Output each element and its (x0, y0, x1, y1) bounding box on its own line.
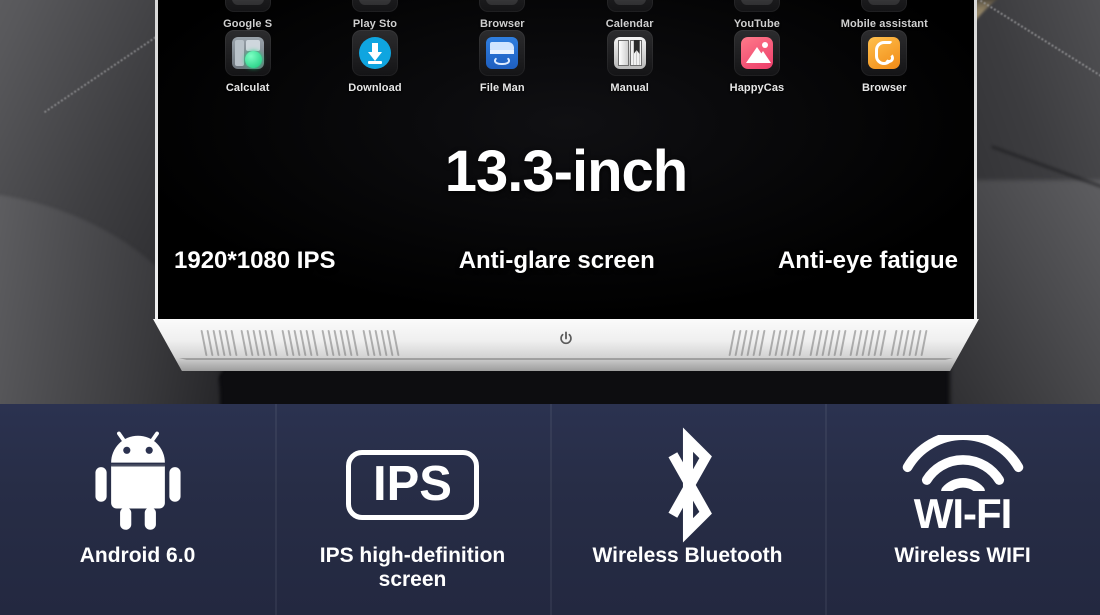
app-label: Play Sto (352, 18, 398, 30)
speaker-grille-right (728, 330, 932, 356)
headrest-monitor: Google S Play Sto Browser Calendar YouTu… (153, 0, 979, 372)
app-item[interactable]: Browser (450, 0, 554, 30)
app-label: Google S (223, 18, 273, 30)
feature-wifi: WI-FI Wireless WIFI (825, 404, 1100, 615)
screen-headline: 13.3-inch (444, 139, 688, 204)
spec-anti-glare: Anti-glare screen (458, 247, 655, 274)
feature-label: Wireless WIFI (894, 544, 1031, 567)
monitor-bezel: Google S Play Sto Browser Calendar YouTu… (155, 0, 977, 322)
app-label: Browser (479, 18, 525, 30)
app-item[interactable]: Mobile assistant (832, 0, 936, 30)
app-item[interactable]: Manual (578, 30, 682, 94)
app-item[interactable]: Calculat (196, 30, 300, 94)
android-robot-icon (82, 426, 194, 544)
monitor-chin-edge (179, 358, 953, 360)
app-item[interactable]: Browser (832, 30, 936, 94)
spec-resolution: 1920*1080 IPS (174, 247, 336, 274)
feature-ips: IPS IPS high-definition screen (275, 404, 550, 615)
app-item[interactable]: Calendar (578, 0, 682, 30)
manual-book-icon[interactable] (606, 30, 653, 76)
app-label: File Man (479, 82, 525, 94)
happycast-icon[interactable] (733, 30, 780, 76)
bluetooth-icon (632, 426, 744, 544)
feature-strip: Android 6.0 IPS IPS high-definition scre… (0, 404, 1100, 615)
app-label: Calculat (225, 82, 270, 94)
ips-badge-icon: IPS (346, 426, 479, 544)
wifi-badge-text: WI-FI (913, 490, 1013, 537)
calendar-icon[interactable] (606, 0, 653, 12)
monitor-screen[interactable]: Google S Play Sto Browser Calendar YouTu… (158, 0, 974, 319)
download-icon[interactable] (351, 30, 398, 76)
app-item[interactable]: HappyCas (705, 30, 809, 94)
app-row-second: Calculat Download File Man Manual HappyC… (158, 30, 974, 94)
feature-label: IPS high-definition screen (319, 544, 506, 591)
app-label: Manual (610, 82, 649, 94)
app-row-top: Google S Play Sto Browser Calendar YouTu… (158, 0, 974, 30)
app-label: Mobile assistant (840, 18, 928, 30)
calculator-icon[interactable] (224, 30, 271, 76)
mobile-assistant-icon[interactable] (861, 0, 908, 12)
feature-label: Android 6.0 (79, 544, 196, 567)
app-label: Browser (861, 82, 907, 94)
feature-label: Wireless Bluetooth (592, 544, 783, 567)
feature-bluetooth: Wireless Bluetooth (550, 404, 825, 615)
speaker-grille-left (200, 330, 403, 356)
browser-icon[interactable] (479, 0, 526, 12)
wifi-icon: WI-FI (899, 426, 1027, 544)
screen-spec-row: 1920*1080 IPS Anti-glare screen Anti-eye… (158, 247, 974, 275)
app-item[interactable]: Download (323, 30, 427, 94)
youtube-icon[interactable] (733, 0, 780, 12)
app-item[interactable]: YouTube (705, 0, 809, 30)
app-label: Download (348, 82, 402, 94)
google-search-icon[interactable] (224, 0, 271, 12)
spec-anti-fatigue: Anti-eye fatigue (777, 247, 958, 274)
app-item[interactable]: Play Sto (323, 0, 427, 30)
app-label: HappyCas (729, 82, 785, 94)
uc-browser-icon[interactable] (861, 30, 908, 76)
app-label: Calendar (605, 18, 654, 30)
power-icon[interactable] (557, 330, 575, 348)
app-item[interactable]: Google S (196, 0, 300, 30)
app-label: YouTube (733, 18, 781, 30)
ips-badge-text: IPS (346, 450, 479, 520)
play-store-icon[interactable] (351, 0, 398, 12)
feature-android: Android 6.0 (0, 404, 275, 615)
product-photo: Google S Play Sto Browser Calendar YouTu… (0, 0, 1100, 405)
product-banner: Google S Play Sto Browser Calendar YouTu… (0, 0, 1100, 615)
app-item[interactable]: File Man (450, 30, 554, 94)
file-manager-icon[interactable] (479, 30, 526, 76)
